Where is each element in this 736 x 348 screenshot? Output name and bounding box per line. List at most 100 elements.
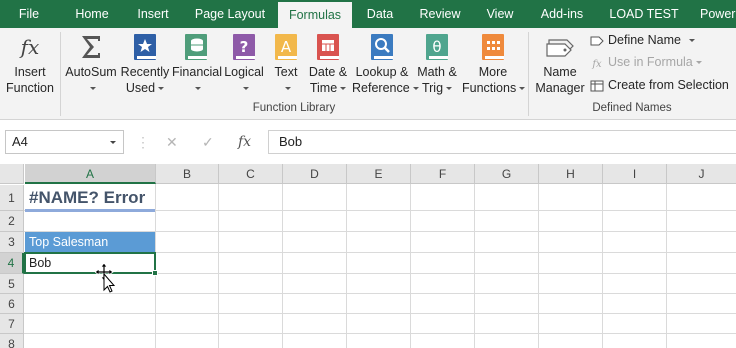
recently-used-label-2: Used	[125, 81, 156, 95]
lookup-reference-label-2: Reference	[352, 81, 410, 95]
insert-function-fx-icon[interactable]: fx	[238, 134, 251, 150]
table-small-icon	[590, 80, 604, 92]
fill-handle[interactable]	[152, 270, 158, 276]
column-header-f[interactable]: F	[411, 164, 475, 184]
text-book-icon: A	[275, 34, 297, 60]
create-from-selection-button[interactable]: Create from Selection	[590, 75, 729, 95]
math-trig-label-1: Math &	[417, 65, 457, 79]
gridline	[282, 184, 283, 348]
chevron-down-icon	[194, 87, 201, 91]
logical-button[interactable]: ? Logical	[222, 28, 266, 96]
cell-a4[interactable]: Bob	[25, 253, 155, 273]
worksheet-grid[interactable]: A B C D E F G H I J 1 2 3 4 5 6 7 8 #NAM…	[0, 164, 736, 348]
svg-text:fx: fx	[19, 35, 40, 59]
chevron-down-icon	[695, 61, 702, 65]
lookup-reference-button[interactable]: Lookup & Reference	[352, 28, 419, 96]
name-manager-label-2: Manager	[535, 81, 585, 95]
chevron-down-icon	[89, 87, 96, 91]
tab-home[interactable]: Home	[68, 0, 116, 28]
use-in-formula-button[interactable]: fx Use in Formula	[590, 52, 702, 72]
row-header-3[interactable]: 3	[0, 232, 24, 253]
coins-book-icon	[185, 34, 207, 60]
ribbon-formulas: fx Insert Function AutoSum Recently Used	[0, 28, 736, 120]
tag-icon	[546, 39, 574, 57]
gridline	[24, 333, 736, 334]
cancel-icon[interactable]: ✕	[166, 134, 178, 150]
row-header-8[interactable]: 8	[0, 334, 24, 348]
date-time-label-2: Time	[309, 81, 338, 95]
enter-icon[interactable]: ✓	[202, 134, 214, 150]
column-header-b[interactable]: B	[156, 164, 219, 184]
gridline	[410, 184, 411, 348]
tab-load-test[interactable]: LOAD TEST	[604, 0, 684, 28]
tab-data[interactable]: Data	[360, 0, 400, 28]
gridline	[602, 184, 603, 348]
create-from-selection-label: Create from Selection	[608, 78, 729, 92]
recently-used-label-1: Recently	[120, 65, 170, 79]
tab-file[interactable]: File	[6, 0, 52, 28]
autosum-button[interactable]: AutoSum	[64, 28, 118, 96]
column-header-a[interactable]: A	[25, 164, 156, 184]
row-header-5[interactable]: 5	[0, 274, 24, 294]
recently-used-button[interactable]: Recently Used	[120, 28, 170, 96]
chevron-down-icon[interactable]	[110, 141, 116, 144]
defined-names-group-label: Defined Names	[592, 102, 672, 114]
row-header-6[interactable]: 6	[0, 294, 24, 314]
column-header-i[interactable]: I	[603, 164, 667, 184]
chevron-down-icon	[284, 87, 291, 91]
tab-add-ins[interactable]: Add-ins	[534, 0, 590, 28]
column-header-h[interactable]: H	[539, 164, 603, 184]
column-header-d[interactable]: D	[283, 164, 347, 184]
tab-view[interactable]: View	[478, 0, 522, 28]
math-trig-label-2: Trig	[421, 81, 444, 95]
date-time-button[interactable]: Date & Time	[306, 28, 350, 96]
gridline	[24, 273, 736, 274]
insert-function-button[interactable]: fx Insert Function	[2, 28, 58, 96]
cell-a3[interactable]: Top Salesman	[25, 232, 155, 252]
gridline	[24, 293, 736, 294]
cell-a1[interactable]: #NAME? Error	[25, 185, 155, 211]
name-manager-button[interactable]: Name Manager	[532, 28, 588, 96]
formula-bar: A4 ⋮ ✕ ✓ fx Bob	[0, 120, 736, 164]
select-all-corner[interactable]	[0, 164, 24, 184]
define-name-button[interactable]: Define Name	[590, 30, 695, 50]
tab-power[interactable]: Power	[692, 0, 736, 28]
name-box-value: A4	[12, 134, 28, 149]
more-functions-label-1: More	[478, 65, 508, 79]
text-button[interactable]: A Text	[268, 28, 304, 96]
magnifier-book-icon	[371, 34, 393, 60]
use-in-formula-label: Use in Formula	[608, 55, 693, 69]
column-header-g[interactable]: G	[475, 164, 539, 184]
gridline	[666, 184, 667, 348]
row-header-4[interactable]: 4	[0, 253, 24, 274]
tab-formulas[interactable]: Formulas	[278, 2, 352, 28]
financial-label: Financial	[172, 65, 223, 79]
chevron-down-icon	[446, 87, 453, 91]
column-header-e[interactable]: E	[347, 164, 411, 184]
column-header-c[interactable]: C	[219, 164, 283, 184]
insert-function-label-2: Function	[6, 81, 54, 95]
financial-button[interactable]: Financial	[172, 28, 223, 96]
tab-insert[interactable]: Insert	[128, 0, 178, 28]
name-box[interactable]: A4	[5, 130, 124, 154]
group-separator	[528, 32, 529, 116]
row-header-2[interactable]: 2	[0, 211, 24, 232]
lookup-reference-label-1: Lookup &	[355, 65, 409, 79]
formula-input[interactable]: Bob	[268, 130, 736, 154]
column-header-j[interactable]: J	[667, 164, 736, 184]
more-functions-button[interactable]: More Functions	[462, 28, 526, 96]
svg-text:θ: θ	[432, 38, 441, 56]
define-name-label: Define Name	[608, 33, 681, 47]
title-underline	[25, 209, 155, 212]
row-header-7[interactable]: 7	[0, 314, 24, 334]
tab-review[interactable]: Review	[412, 0, 468, 28]
tab-page-layout[interactable]: Page Layout	[190, 0, 270, 28]
text-label: Text	[274, 65, 298, 79]
row-header-1[interactable]: 1	[0, 185, 24, 211]
move-cursor-icon	[95, 263, 116, 293]
chevron-down-icon	[158, 87, 165, 91]
more-functions-label-2: Functions	[462, 81, 517, 95]
math-trig-button[interactable]: θ Math & Trig	[414, 28, 460, 96]
date-time-label-1: Date &	[308, 65, 348, 79]
chevron-down-icon	[242, 87, 249, 91]
